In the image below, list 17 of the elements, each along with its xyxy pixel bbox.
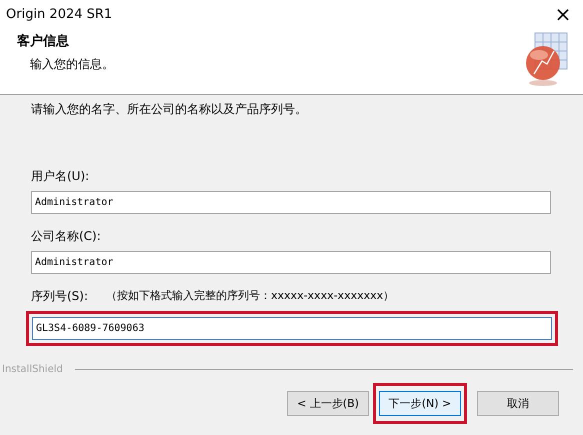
format-hint: （按如下格式输入完整的序列号：xxxxx-xxxx-xxxxxxx） [106,288,394,304]
page-subtitle: 输入您的信息。 [29,56,114,73]
text-field[interactable]: Administrator [31,251,551,274]
field-label: 公司名称(C): [31,228,101,245]
wizard-button[interactable]: 取消 [477,391,559,416]
instruction-text: 请输入您的名字、所在公司的名称以及产品序列号。 [30,101,308,118]
close-button[interactable]: × [543,0,583,28]
field-label: 序列号(S): [31,288,88,305]
wizard-button[interactable]: 下一步(N) > [379,391,461,416]
wizard-button[interactable]: < 上一步(B) [287,391,369,416]
text-field[interactable]: GL3S4-6089-7609063 [32,317,552,340]
field-label: 用户名(U): [31,168,90,185]
text-field[interactable]: Administrator [31,191,551,214]
chart-logo-icon [523,31,569,87]
installer-brand: InstallShield [1,364,63,375]
page-title: 客户信息 [17,32,70,50]
window-title: Origin 2024 SR1 [6,6,112,22]
